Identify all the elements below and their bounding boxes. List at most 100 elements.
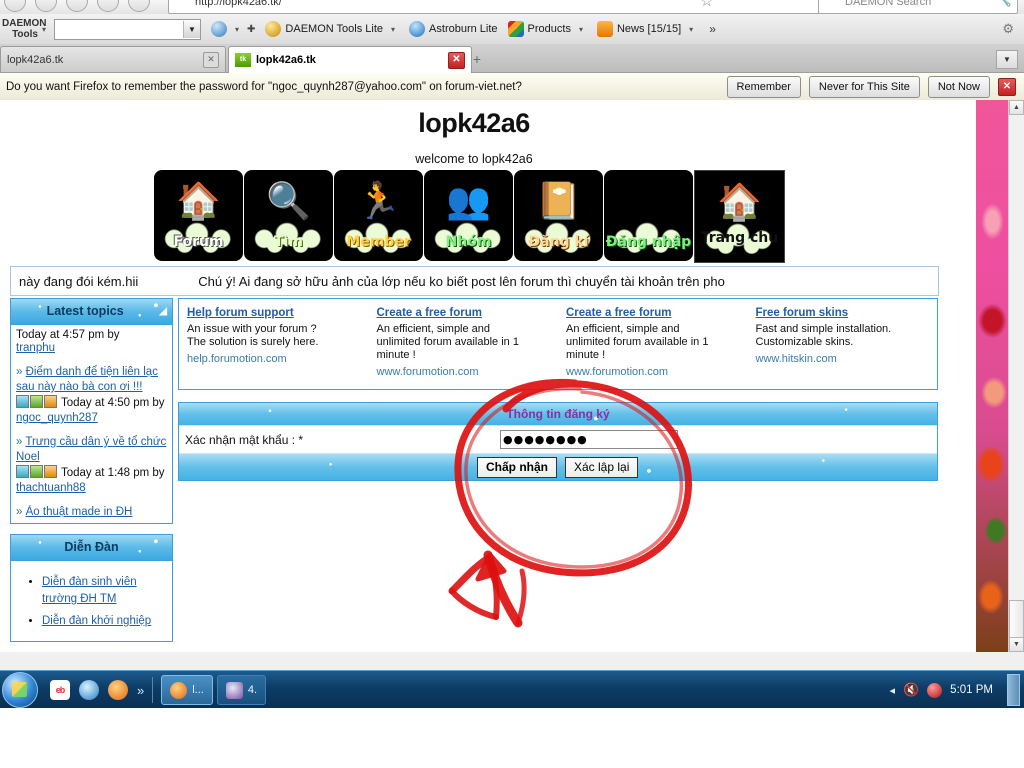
chevron-down-icon[interactable]: ▼ — [183, 20, 201, 38]
registration-form-header: Thông tin đăng ký — [179, 403, 937, 425]
marquee-text-right: Chú ý! Ai đang sở hữu ảnh của lớp nếu ko… — [198, 273, 725, 289]
forward-button[interactable] — [35, 0, 57, 12]
confirm-password-input[interactable]: ●●●●●●●● — [500, 430, 678, 449]
close-icon[interactable]: ✕ — [203, 51, 219, 68]
page-viewport: lopk42a6 welcome to lopk42a6 🏠 Forum 🔍 T… — [0, 100, 1024, 652]
ad-url-link[interactable]: help.forumotion.com — [187, 353, 363, 366]
daemon-tools-icon — [265, 21, 282, 37]
latest-topics-body: Today at 4:57 pm by tranphu » Điểm danh … — [11, 325, 172, 523]
tab-lopk42a6-background[interactable]: lopk42a6.tk ✕ — [0, 46, 226, 72]
volume-muted-icon[interactable]: 🔇 — [903, 682, 919, 698]
home-button[interactable] — [128, 0, 150, 12]
addon-label: Astroburn Lite — [429, 23, 498, 35]
list-item: Diễn đàn khởi nghiệp — [42, 613, 167, 630]
ad-line-2: unlimited forum available in 1 minute ! — [376, 336, 519, 361]
ad-title-link[interactable]: Free forum skins — [756, 307, 932, 320]
never-for-this-site-button[interactable]: Never for This Site — [808, 75, 920, 98]
site-favicon: tk — [235, 53, 251, 67]
not-now-button[interactable]: Not Now — [927, 75, 990, 98]
nav-button-forum[interactable]: 🏠 Forum — [154, 170, 243, 261]
chevron-down-icon[interactable]: ▾ — [579, 25, 583, 34]
ad-url-link[interactable]: www.forumotion.com — [566, 366, 742, 379]
chevron-down-icon[interactable]: ▾ — [235, 25, 239, 34]
search-input[interactable]: DAEMON Search — [818, 0, 1018, 14]
topic-author-link[interactable]: tranphu — [16, 342, 55, 354]
start-button[interactable] — [2, 672, 38, 708]
nav-button-nhom[interactable]: 👥 Nhóm — [424, 170, 513, 261]
chevron-down-icon[interactable]: ▾ — [42, 25, 46, 34]
addon-news[interactable]: News [15/15] ▾ — [596, 21, 697, 37]
nav-button-dangnhap[interactable]: ▶ Đăng nhập — [604, 170, 693, 261]
addon-daemon-tools-lite[interactable]: DAEMON Tools Lite ▾ — [265, 21, 399, 37]
scroll-up-arrow-icon[interactable]: ▲ — [1009, 100, 1024, 115]
internet-explorer-icon[interactable] — [79, 680, 99, 700]
latest-topics-title: Latest topics — [46, 304, 124, 318]
dien-dan-link[interactable]: Diễn đàn khởi nghiệp — [42, 615, 151, 627]
topic-meta-row: Today at 1:48 pm by — [16, 465, 167, 481]
forum-nav-buttons: 🏠 Forum 🔍 Tìm 🏃 Member 👥 Nhóm 📔 Đăng kí … — [154, 170, 785, 263]
addon-globe[interactable]: ▾ ✚ — [211, 21, 255, 37]
nav-button-trangchu[interactable]: 🏠 Trang chu — [694, 170, 785, 263]
chevron-down-icon[interactable]: ▾ — [391, 25, 395, 34]
remember-password-button[interactable]: Remember — [726, 75, 801, 98]
ad-title-link[interactable]: Help forum support — [187, 307, 363, 320]
ad-create-free-forum-1: Create a free forum An efficient, simple… — [369, 307, 559, 379]
stop-button[interactable] — [97, 0, 119, 12]
nav-button-member[interactable]: 🏃 Member — [334, 170, 423, 261]
bookmark-star-icon[interactable]: ☆ — [700, 0, 713, 10]
taskbar-clock[interactable]: 5:01 PM — [950, 684, 993, 696]
reset-button[interactable]: Xác lập lại — [565, 456, 639, 478]
url-input[interactable]: http://lopk42a6.tk/ — [168, 0, 866, 14]
forumotion-ad-row: Help forum support An issue with your fo… — [178, 298, 938, 390]
firefox-icon[interactable] — [108, 680, 128, 700]
gear-icon[interactable]: ⚙ — [1002, 21, 1014, 37]
nav-button-tim[interactable]: 🔍 Tìm — [244, 170, 333, 261]
quick-launch-overflow-icon[interactable]: » — [137, 683, 144, 698]
close-icon[interactable]: ✕ — [998, 77, 1016, 96]
scroll-down-arrow-icon[interactable]: ▼ — [1009, 637, 1024, 652]
topic-title-link[interactable]: Trưng cầu dân ý về tổ chức Noel — [16, 436, 166, 463]
plus-icon[interactable]: ✚ — [247, 24, 255, 35]
topic-status-badges — [16, 395, 57, 408]
ad-title-link[interactable]: Create a free forum — [566, 307, 742, 320]
antivirus-icon[interactable] — [927, 682, 943, 698]
back-button[interactable] — [4, 0, 26, 12]
show-desktop-button[interactable] — [1007, 674, 1020, 706]
addon-products[interactable]: Products ▾ — [507, 21, 587, 37]
toolbar-overflow-icon[interactable]: » — [709, 22, 716, 36]
ebay-icon[interactable]: eb — [50, 680, 70, 700]
chevron-down-icon[interactable]: ▾ — [689, 25, 693, 34]
submit-button[interactable]: Chấp nhận — [477, 456, 557, 478]
tab-label: lopk42a6.tk — [7, 53, 64, 66]
panel-title: Diễn Đàn — [11, 535, 172, 561]
topic-title-link[interactable]: Điểm danh để tiện liên lạc sau này nào b… — [16, 366, 158, 393]
close-icon[interactable]: ✕ — [448, 51, 465, 69]
topic-status-badges — [16, 465, 57, 478]
ad-line-1: Fast and simple installation. — [755, 323, 892, 335]
tab-lopk42a6-active[interactable]: tk lopk42a6.tk ✕ — [228, 46, 472, 73]
ad-title-link[interactable]: Create a free forum — [377, 307, 553, 320]
nav-button-dangki[interactable]: 📔 Đăng kí — [514, 170, 603, 261]
new-tab-button[interactable]: + — [466, 49, 488, 69]
tab-list-dropdown-icon[interactable]: ▼ — [996, 50, 1018, 69]
topic-title-link[interactable]: Ảo thuật made in ĐH — [26, 506, 133, 518]
tab-label: lopk42a6.tk — [256, 54, 316, 66]
tray-expand-icon[interactable]: ◂ — [889, 684, 895, 697]
topic-author-link[interactable]: ngoc_quynh287 — [16, 412, 98, 424]
addon-label: Products — [527, 23, 571, 35]
bullet-marker: » — [16, 436, 23, 448]
topic-author-link[interactable]: thachtuanh88 — [16, 482, 86, 494]
wrench-icon[interactable]: 🔧 — [996, 0, 1012, 8]
confirm-password-row: Xác nhận mật khẩu : * ●●●●●●●● — [179, 425, 937, 454]
dien-dan-link[interactable]: Diễn đàn sinh viên trường ĐH TM — [42, 576, 137, 605]
reload-button[interactable] — [66, 0, 88, 12]
daemon-search-combo[interactable]: ▼ — [54, 18, 202, 40]
ad-url-link[interactable]: www.forumotion.com — [377, 366, 553, 379]
taskbar-window-paint[interactable]: 4. — [216, 675, 267, 705]
panel-title: Latest topics ◢ — [11, 299, 172, 325]
addon-astroburn-lite[interactable]: Astroburn Lite — [409, 21, 498, 37]
ad-url-link[interactable]: www.hitskin.com — [756, 353, 932, 366]
taskbar-window-firefox[interactable]: l... — [161, 675, 213, 705]
page-scrollbar[interactable]: ▲ ══ ▼ — [1008, 100, 1024, 652]
browser-window: tk http://lopk42a6.tk/ ☆ DAEMON Search 🔧… — [0, 0, 1024, 670]
